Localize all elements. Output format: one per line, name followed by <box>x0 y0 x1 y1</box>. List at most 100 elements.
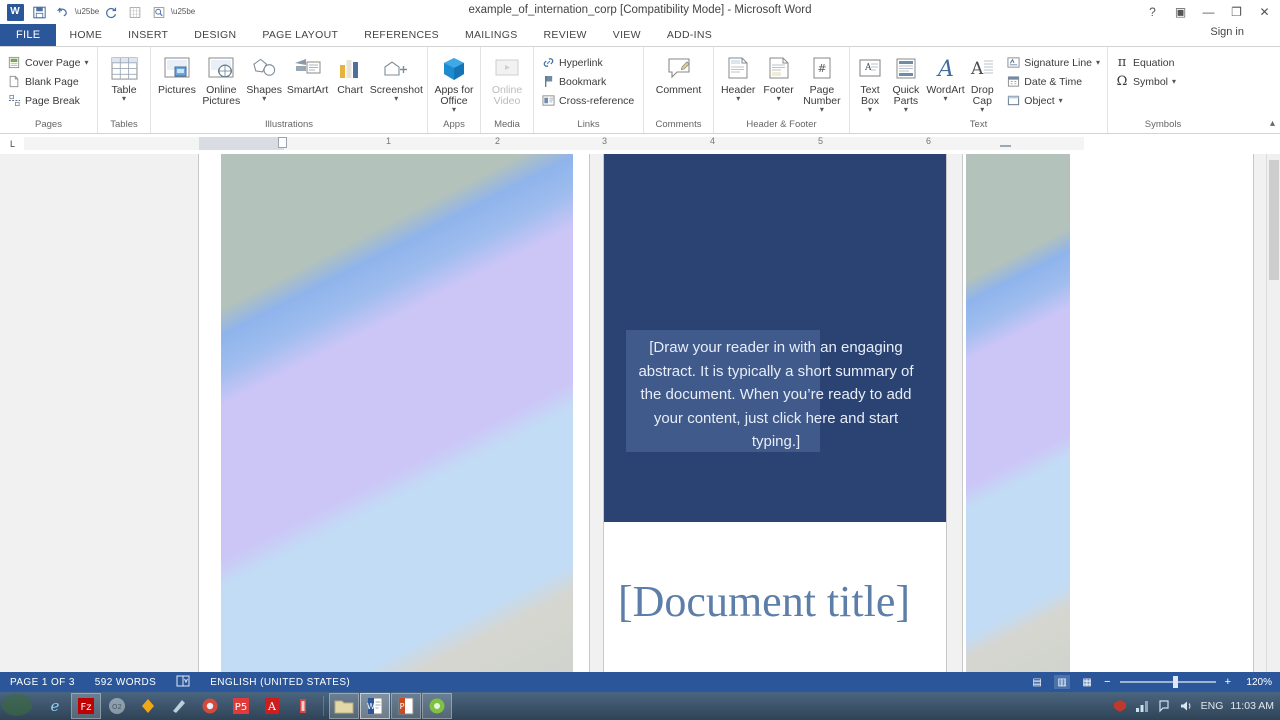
page-number-button[interactable]: # Page Number ▾ <box>799 51 845 114</box>
tab-home[interactable]: HOME <box>56 24 115 46</box>
tab-file[interactable]: FILE <box>0 24 57 46</box>
zoom-level-label[interactable]: 120% <box>1240 677 1272 688</box>
close-button[interactable]: ✕ <box>1251 1 1278 23</box>
hyperlink-button[interactable]: Hyperlink <box>538 53 637 72</box>
quick-parts-dropdown-icon[interactable]: ▾ <box>904 106 908 114</box>
save-icon[interactable] <box>28 2 50 22</box>
tab-add-ins[interactable]: ADD-INS <box>654 24 725 46</box>
tab-mailings[interactable]: MAILINGS <box>452 24 531 46</box>
screenshot-dropdown-icon[interactable]: ▾ <box>394 95 398 103</box>
view-web-layout-button[interactable]: ▦ <box>1079 675 1095 689</box>
tab-view[interactable]: VIEW <box>600 24 654 46</box>
online-video-button[interactable]: Online Video <box>485 51 529 107</box>
volume-icon[interactable] <box>1179 699 1194 714</box>
taskbar-adobe-reader-icon[interactable]: A <box>257 693 287 719</box>
tab-design[interactable]: DESIGN <box>181 24 249 46</box>
taskbar-chrome-icon[interactable] <box>195 693 225 719</box>
shapes-dropdown-icon[interactable]: ▾ <box>262 95 266 103</box>
view-print-layout-button[interactable]: ▥ <box>1054 675 1071 689</box>
object-button[interactable]: Object ▾ <box>1003 91 1103 110</box>
status-language[interactable]: ENGLISH (UNITED STATES) <box>200 677 360 688</box>
bookmark-button[interactable]: Bookmark <box>538 72 637 91</box>
shapes-button[interactable]: Shapes ▾ <box>244 51 285 103</box>
taskbar-mysql-icon[interactable] <box>133 693 163 719</box>
text-box-button[interactable]: A Text Box ▾ <box>854 51 886 114</box>
taskbar-word-window[interactable]: W <box>360 693 390 719</box>
page-break-button[interactable]: Page Break <box>4 91 91 110</box>
document-canvas[interactable]: [Draw your reader in with an engaging ab… <box>0 154 1280 672</box>
blank-page-button[interactable]: Blank Page <box>4 72 91 91</box>
antivirus-icon[interactable] <box>1113 699 1128 714</box>
word-app-icon[interactable]: W <box>4 2 26 22</box>
tab-insert[interactable]: INSERT <box>115 24 181 46</box>
customize-qat-icon[interactable]: \u25be <box>171 2 195 22</box>
taskbar-powerpoint-window[interactable]: P <box>391 693 421 719</box>
vertical-scrollbar[interactable] <box>1266 154 1280 672</box>
document-page-left[interactable] <box>199 154 589 672</box>
wordart-dropdown-icon[interactable]: ▾ <box>944 95 948 103</box>
table-button[interactable]: Table ▾ <box>102 51 146 103</box>
footer-button[interactable]: Footer ▾ <box>758 51 798 103</box>
tab-page-layout[interactable]: PAGE LAYOUT <box>249 24 351 46</box>
status-word-count[interactable]: 592 WORDS <box>85 677 166 688</box>
abstract-placeholder-textbox[interactable]: [Draw your reader in with an engaging ab… <box>626 328 926 468</box>
drop-cap-button[interactable]: A Drop Cap ▾ <box>965 51 999 114</box>
restore-button[interactable]: ❐ <box>1223 1 1250 23</box>
taskbar-filezilla-icon[interactable]: Fz <box>71 693 101 719</box>
tray-language-indicator[interactable]: ENG <box>1201 700 1224 712</box>
chart-button[interactable]: Chart <box>331 51 370 96</box>
scrollbar-thumb[interactable] <box>1269 160 1279 280</box>
taskbar-internet-explorer-icon[interactable]: e <box>40 693 70 719</box>
comment-button[interactable]: Comment <box>648 51 709 96</box>
signature-line-button[interactable]: Signature Line ▾ <box>1003 53 1103 72</box>
taskbar-audio-tool-icon[interactable] <box>288 693 318 719</box>
horizontal-ruler[interactable]: L 2 1 2 3 4 5 6 <box>0 134 1280 154</box>
spellcheck-icon[interactable] <box>166 675 200 690</box>
collapse-ribbon-button[interactable]: ▴ <box>1270 118 1275 129</box>
print-preview-icon[interactable] <box>148 2 170 22</box>
page-number-dropdown-icon[interactable]: ▾ <box>820 106 824 114</box>
table-dropdown-icon[interactable]: ▾ <box>122 95 126 103</box>
sign-in-link[interactable]: Sign in <box>1210 26 1244 38</box>
pictures-button[interactable]: Pictures <box>155 51 199 96</box>
apps-for-office-button[interactable]: Apps for Office ▾ <box>432 51 476 114</box>
action-center-icon[interactable] <box>1157 699 1172 714</box>
taskbar-editor-icon[interactable] <box>164 693 194 719</box>
minimize-button[interactable]: — <box>1195 1 1222 23</box>
signature-line-dropdown-icon[interactable]: ▾ <box>1096 58 1100 66</box>
cross-reference-button[interactable]: Cross-reference <box>538 91 637 110</box>
drop-cap-dropdown-icon[interactable]: ▾ <box>980 106 984 114</box>
help-button[interactable]: ? <box>1139 1 1166 23</box>
tab-stop-selector[interactable]: L <box>6 137 19 150</box>
screenshot-button[interactable]: Screenshot ▾ <box>370 51 423 103</box>
apps-for-office-dropdown-icon[interactable]: ▾ <box>452 106 456 114</box>
object-dropdown-icon[interactable]: ▾ <box>1059 96 1063 104</box>
taskbar-opera-icon[interactable]: O2 <box>102 693 132 719</box>
taskbar-p5-icon[interactable]: P5 <box>226 693 256 719</box>
wordart-button[interactable]: A WordArt ▾ <box>926 51 966 103</box>
taskbar-explorer-window[interactable] <box>329 693 359 719</box>
undo-dropdown-icon[interactable]: \u25be <box>75 2 99 22</box>
symbol-dropdown-icon[interactable]: ▾ <box>1172 77 1176 85</box>
tab-review[interactable]: REVIEW <box>531 24 600 46</box>
document-page-current[interactable]: [Draw your reader in with an engaging ab… <box>604 154 946 672</box>
start-button[interactable] <box>0 692 40 720</box>
footer-dropdown-icon[interactable]: ▾ <box>777 95 781 103</box>
ruler-indent-right[interactable] <box>1000 138 1011 147</box>
header-dropdown-icon[interactable]: ▾ <box>736 95 740 103</box>
quick-parts-button[interactable]: Quick Parts ▾ <box>886 51 926 114</box>
smartart-button[interactable]: SmartArt <box>285 51 331 96</box>
view-read-mode-button[interactable]: ▤ <box>1029 675 1045 689</box>
zoom-slider-thumb[interactable] <box>1172 676 1178 688</box>
zoom-slider[interactable] <box>1119 675 1216 689</box>
touch-mode-icon[interactable] <box>124 2 146 22</box>
equation-button[interactable]: π Equation <box>1112 53 1179 72</box>
tray-clock[interactable]: 11:03 AM <box>1230 700 1274 712</box>
tab-references[interactable]: REFERENCES <box>351 24 452 46</box>
zoom-out-button[interactable]: − <box>1104 676 1110 688</box>
indent-marker[interactable] <box>278 137 287 148</box>
undo-icon[interactable] <box>52 2 74 22</box>
taskbar-tor-browser-window[interactable] <box>422 693 452 719</box>
ribbon-display-options-button[interactable]: ▣ <box>1167 1 1194 23</box>
document-page-right[interactable] <box>963 154 1253 672</box>
